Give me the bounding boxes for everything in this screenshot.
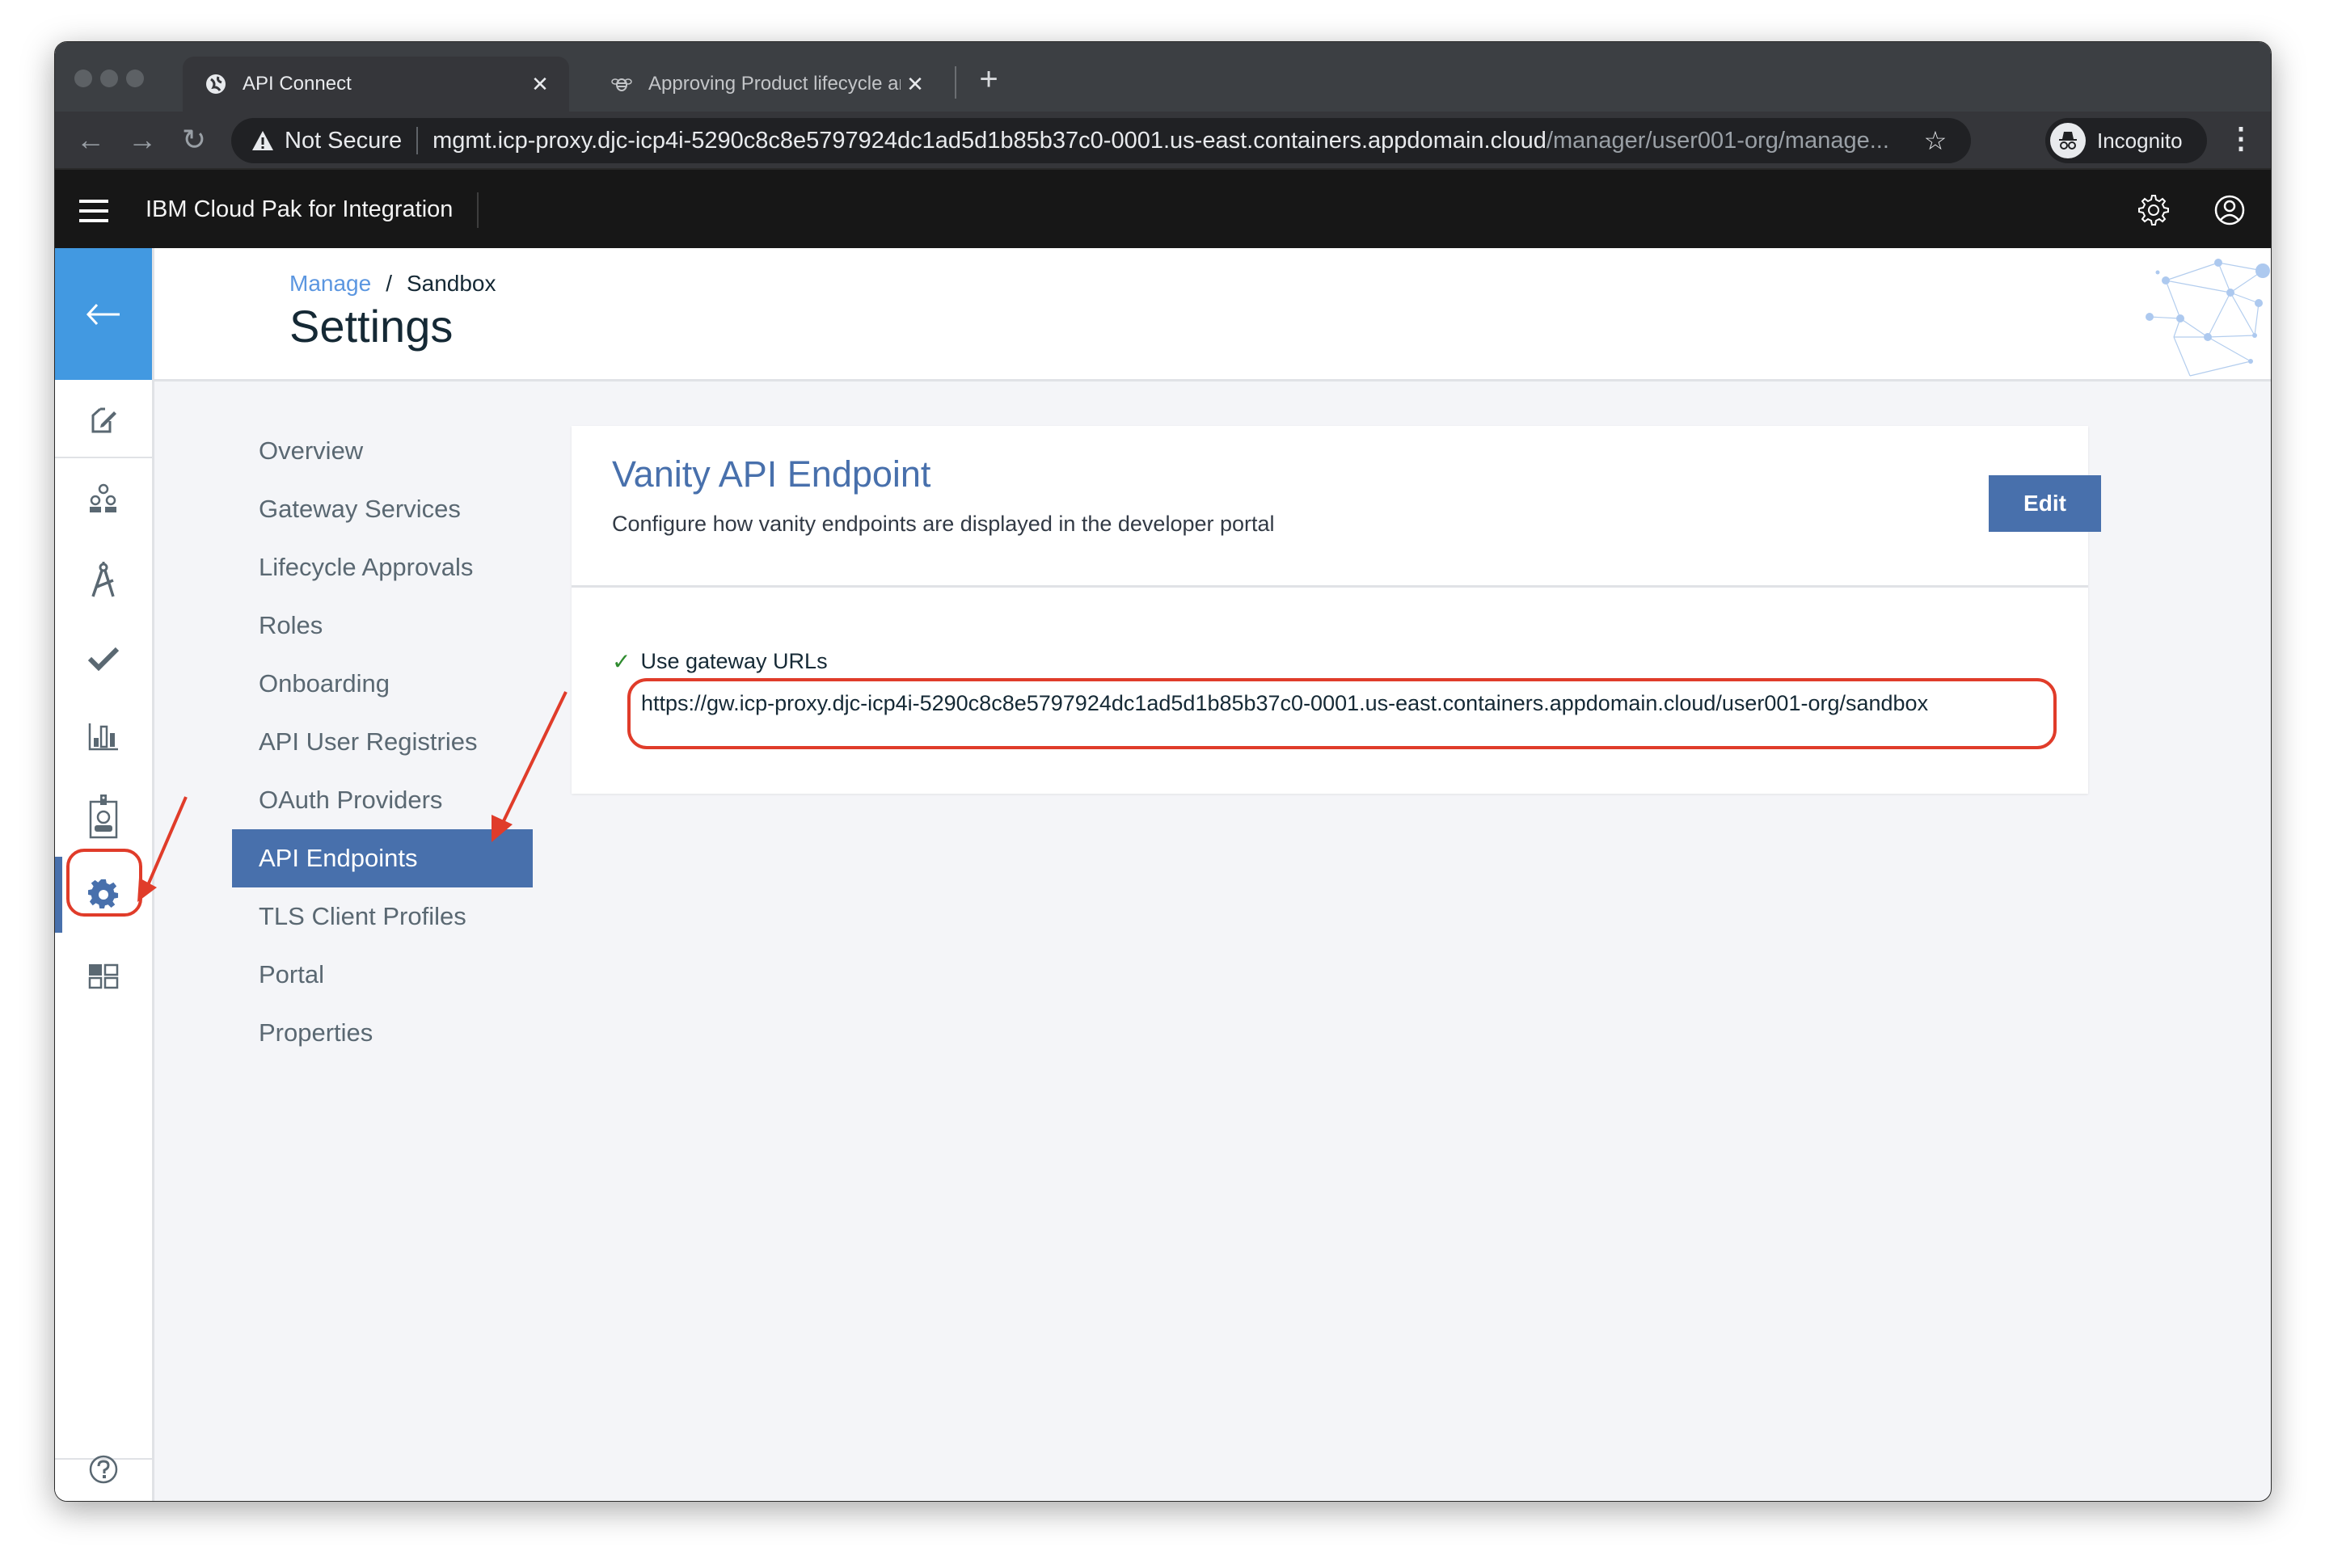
breadcrumb-separator: /	[386, 271, 392, 296]
reload-icon[interactable]: ↻	[178, 123, 210, 157]
tab-approving-product[interactable]: Approving Product lifecycle an ✕	[589, 57, 944, 112]
header-divider	[477, 192, 479, 228]
url-text[interactable]: mgmt.icp-proxy.djc-icp4i-5290c8c8e579792…	[433, 128, 1918, 154]
checkmark-icon	[87, 647, 120, 672]
new-tab-button[interactable]: +	[968, 61, 1009, 98]
annotation-highlight-box	[66, 849, 142, 917]
annotation-arrow-icon	[492, 691, 568, 842]
back-nav-icon[interactable]: ←	[74, 123, 107, 157]
hamburger-menu-icon[interactable]	[79, 200, 108, 222]
sidebar-item-approvals[interactable]	[55, 622, 152, 695]
vanity-endpoint-card: Vanity API Endpoint Configure how vanity…	[572, 426, 2101, 794]
settings-nav-tls-client-profiles[interactable]: TLS Client Profiles	[232, 887, 533, 946]
users-icon	[90, 483, 116, 512]
forward-nav-icon[interactable]: →	[126, 123, 158, 157]
tab-title: API Connect	[243, 73, 352, 95]
help-button[interactable]	[55, 1447, 152, 1492]
window-minimize-control[interactable]	[100, 70, 118, 87]
card-subtitle: Configure how vanity endpoints are displ…	[612, 512, 1275, 536]
sidebar-item-manage[interactable]	[55, 462, 152, 535]
tab-api-connect[interactable]: API Connect ✕	[183, 57, 569, 112]
network-decoration-icon	[2146, 259, 2270, 377]
help-icon	[89, 1455, 118, 1484]
browser-window: API Connect ✕ Approving Product lifecycl…	[54, 41, 2272, 1502]
use-gateway-urls-option: ✓ Use gateway URLs	[612, 648, 828, 675]
window-close-control[interactable]	[74, 70, 92, 87]
sidebar-item-dashboard[interactable]	[55, 940, 152, 1013]
window-zoom-control[interactable]	[126, 70, 144, 87]
tab-title: Approving Product lifecycle an	[648, 73, 901, 95]
profile-label: Incognito	[2097, 128, 2183, 153]
settings-nav-properties[interactable]: Properties	[232, 1004, 533, 1062]
breadcrumb-manage-link[interactable]: Manage	[289, 271, 371, 296]
brand-name: IBM Cloud Pak for Integration	[146, 196, 454, 222]
breadcrumb-current: Sandbox	[406, 271, 496, 296]
tab-separator	[955, 66, 956, 99]
incognito-profile-button[interactable]: Incognito	[2045, 118, 2207, 163]
bar-chart-icon	[88, 723, 118, 751]
bee-icon	[610, 72, 634, 96]
annotation-arrow-icon	[137, 796, 188, 902]
breadcrumb: Manage / Sandbox	[289, 271, 496, 297]
settings-nav-lifecycle-approvals[interactable]: Lifecycle Approvals	[232, 538, 533, 596]
bookmark-star-icon[interactable]: ☆	[1918, 125, 1953, 156]
incognito-icon	[2050, 123, 2086, 158]
back-button[interactable]	[55, 248, 152, 380]
dashboard-icon	[88, 963, 119, 989]
page-header: Manage / Sandbox Settings	[154, 248, 2271, 381]
edit-button[interactable]: Edit	[1989, 475, 2101, 532]
arrow-left-icon	[86, 303, 120, 325]
settings-nav-roles[interactable]: Roles	[232, 596, 533, 655]
sidebar-item-test[interactable]	[55, 543, 152, 616]
sidebar-item-analytics[interactable]	[55, 701, 152, 773]
gateway-url-value: https://gw.icp-proxy.djc-icp4i-5290c8c8e…	[641, 691, 1929, 715]
app-header: IBM Cloud Pak for Integration	[55, 168, 2271, 250]
settings-nav-portal[interactable]: Portal	[232, 946, 533, 1004]
settings-gear-icon[interactable]	[2136, 192, 2171, 228]
edit-document-icon	[91, 407, 116, 433]
tab-strip: API Connect ✕ Approving Product lifecycl…	[55, 42, 2271, 112]
badge-icon	[89, 795, 118, 839]
url-host: mgmt.icp-proxy.djc-icp4i-5290c8c8e579792…	[433, 127, 1546, 154]
url-path: /manager/user001-org/manage...	[1546, 127, 1889, 154]
page-title: Settings	[289, 301, 454, 352]
address-bar[interactable]: Not Secure mgmt.icp-proxy.djc-icp4i-5290…	[231, 118, 1971, 163]
card-title: Vanity API Endpoint	[612, 453, 931, 495]
settings-nav-overview[interactable]: Overview	[232, 422, 533, 480]
sidebar-item-develop[interactable]	[55, 383, 152, 456]
option-label: Use gateway URLs	[640, 649, 828, 673]
security-status[interactable]: Not Secure	[285, 128, 402, 154]
globe-icon	[204, 72, 228, 96]
close-tab-icon[interactable]: ✕	[901, 72, 930, 97]
sidebar-divider	[55, 457, 152, 458]
close-tab-icon[interactable]: ✕	[525, 72, 555, 97]
browser-menu-icon[interactable]: ⋮	[2226, 121, 2255, 155]
card-divider	[572, 585, 2088, 588]
omnibox-divider	[416, 127, 419, 154]
checkmark-icon: ✓	[612, 649, 631, 674]
user-profile-icon[interactable]	[2212, 192, 2247, 228]
compass-drafting-icon	[91, 562, 115, 597]
warning-icon	[251, 129, 275, 153]
browser-toolbar: ← → ↻ Not Secure mgmt.icp-proxy.djc-icp4…	[55, 112, 2271, 168]
settings-nav-gateway-services[interactable]: Gateway Services	[232, 480, 533, 538]
